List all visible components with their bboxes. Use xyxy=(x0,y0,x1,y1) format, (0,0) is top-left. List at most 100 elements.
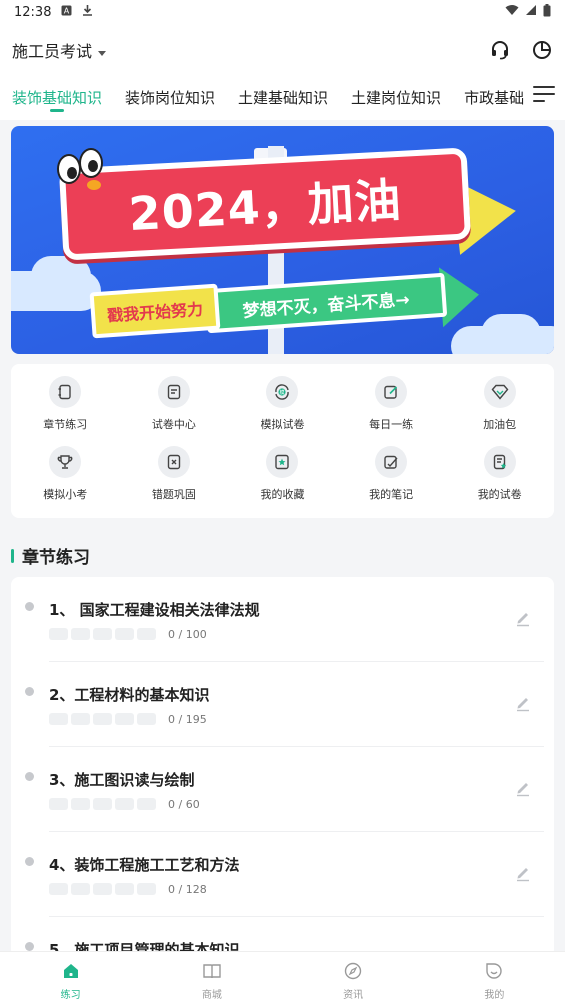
paper-icon xyxy=(157,376,190,408)
chapter-dot xyxy=(25,772,34,781)
chapter-dot xyxy=(25,857,34,866)
chapter-title: 4、装饰工程施工工艺和方法 xyxy=(49,856,240,874)
section-header: 章节练习 xyxy=(11,543,90,568)
home-icon xyxy=(60,960,82,982)
pencil-icon[interactable] xyxy=(514,609,532,627)
nav-mall[interactable]: 商城 xyxy=(141,952,282,1004)
compass-icon xyxy=(342,960,364,982)
chapter-progress-bar xyxy=(49,628,156,640)
tab-civil-basics[interactable]: 土建基础知识 xyxy=(238,76,328,108)
star-icon xyxy=(266,446,299,478)
status-time: 12:38 xyxy=(14,4,52,20)
cartoon-eyes-icon xyxy=(53,144,109,190)
notification-a-icon: A xyxy=(61,5,72,20)
book-icon xyxy=(201,960,223,982)
chapter-icon xyxy=(49,376,82,408)
chapter-count: 0 / 195 xyxy=(168,713,207,726)
grid-item-paper-center[interactable]: 试卷中心 xyxy=(120,376,229,446)
pencil-icon[interactable] xyxy=(514,694,532,712)
app-header: 施工员考试 xyxy=(0,24,565,76)
nav-label: 资讯 xyxy=(343,990,364,1001)
chapter-progress-bar xyxy=(49,883,156,895)
grid-label: 加油包 xyxy=(483,418,517,431)
grid-label: 模拟小考 xyxy=(43,488,88,501)
grid-label: 章节练习 xyxy=(43,418,88,431)
wrong-questions-icon xyxy=(157,446,190,478)
chapter-dot xyxy=(25,942,34,951)
nav-label: 练习 xyxy=(60,990,81,1001)
exam-title: 施工员考试 xyxy=(12,42,93,61)
chapter-list: 1、 国家工程建设相关法律法规 0 / 100 2、工程材料的基本知识 0 / … xyxy=(11,577,554,957)
chapter-item[interactable]: 1、 国家工程建设相关法律法规 0 / 100 xyxy=(11,577,554,662)
category-tabs: 装饰基础知识 装饰岗位知识 土建基础知识 土建岗位知识 市政基础 xyxy=(0,76,565,120)
my-paper-icon xyxy=(483,446,516,478)
tab-civil-position[interactable]: 土建岗位知识 xyxy=(351,76,441,108)
nav-news[interactable]: 资讯 xyxy=(283,952,424,1004)
svg-text:A: A xyxy=(64,6,70,15)
pencil-icon[interactable] xyxy=(514,864,532,882)
banner-green-sign: 梦想不灭，奋斗不息→ xyxy=(204,272,448,334)
banner-main-sign: 2024，加油 xyxy=(58,147,472,261)
chapter-title: 1、 国家工程建设相关法律法规 xyxy=(49,601,260,619)
nav-label: 商城 xyxy=(201,990,222,1001)
chapter-item[interactable]: 2、工程材料的基本知识 0 / 195 xyxy=(11,662,554,747)
download-icon xyxy=(82,4,93,20)
chapter-progress-bar xyxy=(49,713,156,725)
daily-icon xyxy=(375,376,408,408)
chapter-item[interactable]: 4、装饰工程施工工艺和方法 0 / 128 xyxy=(11,832,554,917)
grid-item-boost-pack[interactable]: 加油包 xyxy=(445,376,554,446)
nav-label: 我的 xyxy=(484,990,505,1001)
tab-menu-icon[interactable] xyxy=(533,86,555,106)
grid-label: 模拟试卷 xyxy=(260,418,305,431)
chapter-item[interactable]: 3、施工图识读与绘制 0 / 60 xyxy=(11,747,554,832)
tab-decoration-position[interactable]: 装饰岗位知识 xyxy=(125,76,215,108)
cloud-shape xyxy=(481,314,541,354)
smile-icon xyxy=(483,960,505,982)
grid-item-mock-exam[interactable]: 模 模拟试卷 xyxy=(228,376,337,446)
tab-municipal-basics[interactable]: 市政基础 xyxy=(464,76,524,108)
nav-mine[interactable]: 我的 xyxy=(424,952,565,1004)
cloud-shape xyxy=(31,256,91,296)
banner-yellow-text: 戳我开始努力 xyxy=(106,299,204,326)
section-accent-bar xyxy=(11,548,14,563)
grid-label: 试卷中心 xyxy=(151,418,196,431)
diamond-icon xyxy=(483,376,516,408)
battery-icon xyxy=(543,3,551,21)
trophy-icon xyxy=(49,446,82,478)
chapter-dot xyxy=(25,687,34,696)
grid-label: 错题巩固 xyxy=(151,488,196,501)
function-grid: 章节练习 试卷中心 模 模拟试卷 每日一练 加油包 模拟小考 错题巩固 我的收藏… xyxy=(11,364,554,518)
nav-practice[interactable]: 练习 xyxy=(0,952,141,1004)
chapter-title: 3、施工图识读与绘制 xyxy=(49,771,195,789)
grid-item-my-papers[interactable]: 我的试卷 xyxy=(445,446,554,516)
promo-banner[interactable]: 2024，加油 梦想不灭，奋斗不息→ 戳我开始努力 xyxy=(11,126,554,354)
signal-icon xyxy=(525,4,537,20)
grid-item-chapter-practice[interactable]: 章节练习 xyxy=(11,376,120,446)
grid-item-wrong-review[interactable]: 错题巩固 xyxy=(120,446,229,516)
chapter-count: 0 / 100 xyxy=(168,628,207,641)
grid-item-daily-practice[interactable]: 每日一练 xyxy=(337,376,446,446)
status-bar: 12:38 A xyxy=(0,0,565,24)
banner-yellow-sign: 戳我开始努力 xyxy=(89,283,221,339)
banner-green-text: 梦想不灭，奋斗不息→ xyxy=(242,289,411,322)
pencil-icon[interactable] xyxy=(514,779,532,797)
section-title: 章节练习 xyxy=(22,548,90,568)
pie-chart-icon[interactable] xyxy=(531,39,553,61)
chapter-dot xyxy=(25,602,34,611)
grid-item-my-favorites[interactable]: 我的收藏 xyxy=(228,446,337,516)
tab-decoration-basics[interactable]: 装饰基础知识 xyxy=(12,76,102,112)
grid-label: 我的收藏 xyxy=(260,488,305,501)
wifi-icon xyxy=(505,4,519,20)
bottom-navigation: 练习 商城 资讯 我的 xyxy=(0,951,565,1004)
exam-selector[interactable]: 施工员考试 xyxy=(12,38,107,62)
chapter-count: 0 / 60 xyxy=(168,798,200,811)
grid-label: 每日一练 xyxy=(369,418,414,431)
svg-text:模: 模 xyxy=(280,389,285,396)
chapter-progress-bar xyxy=(49,798,156,810)
grid-item-my-notes[interactable]: 我的笔记 xyxy=(337,446,446,516)
caret-down-icon xyxy=(98,41,107,60)
headset-icon[interactable] xyxy=(489,39,511,61)
grid-item-mock-quiz[interactable]: 模拟小考 xyxy=(11,446,120,516)
note-icon xyxy=(375,446,408,478)
chapter-title: 2、工程材料的基本知识 xyxy=(49,686,210,704)
